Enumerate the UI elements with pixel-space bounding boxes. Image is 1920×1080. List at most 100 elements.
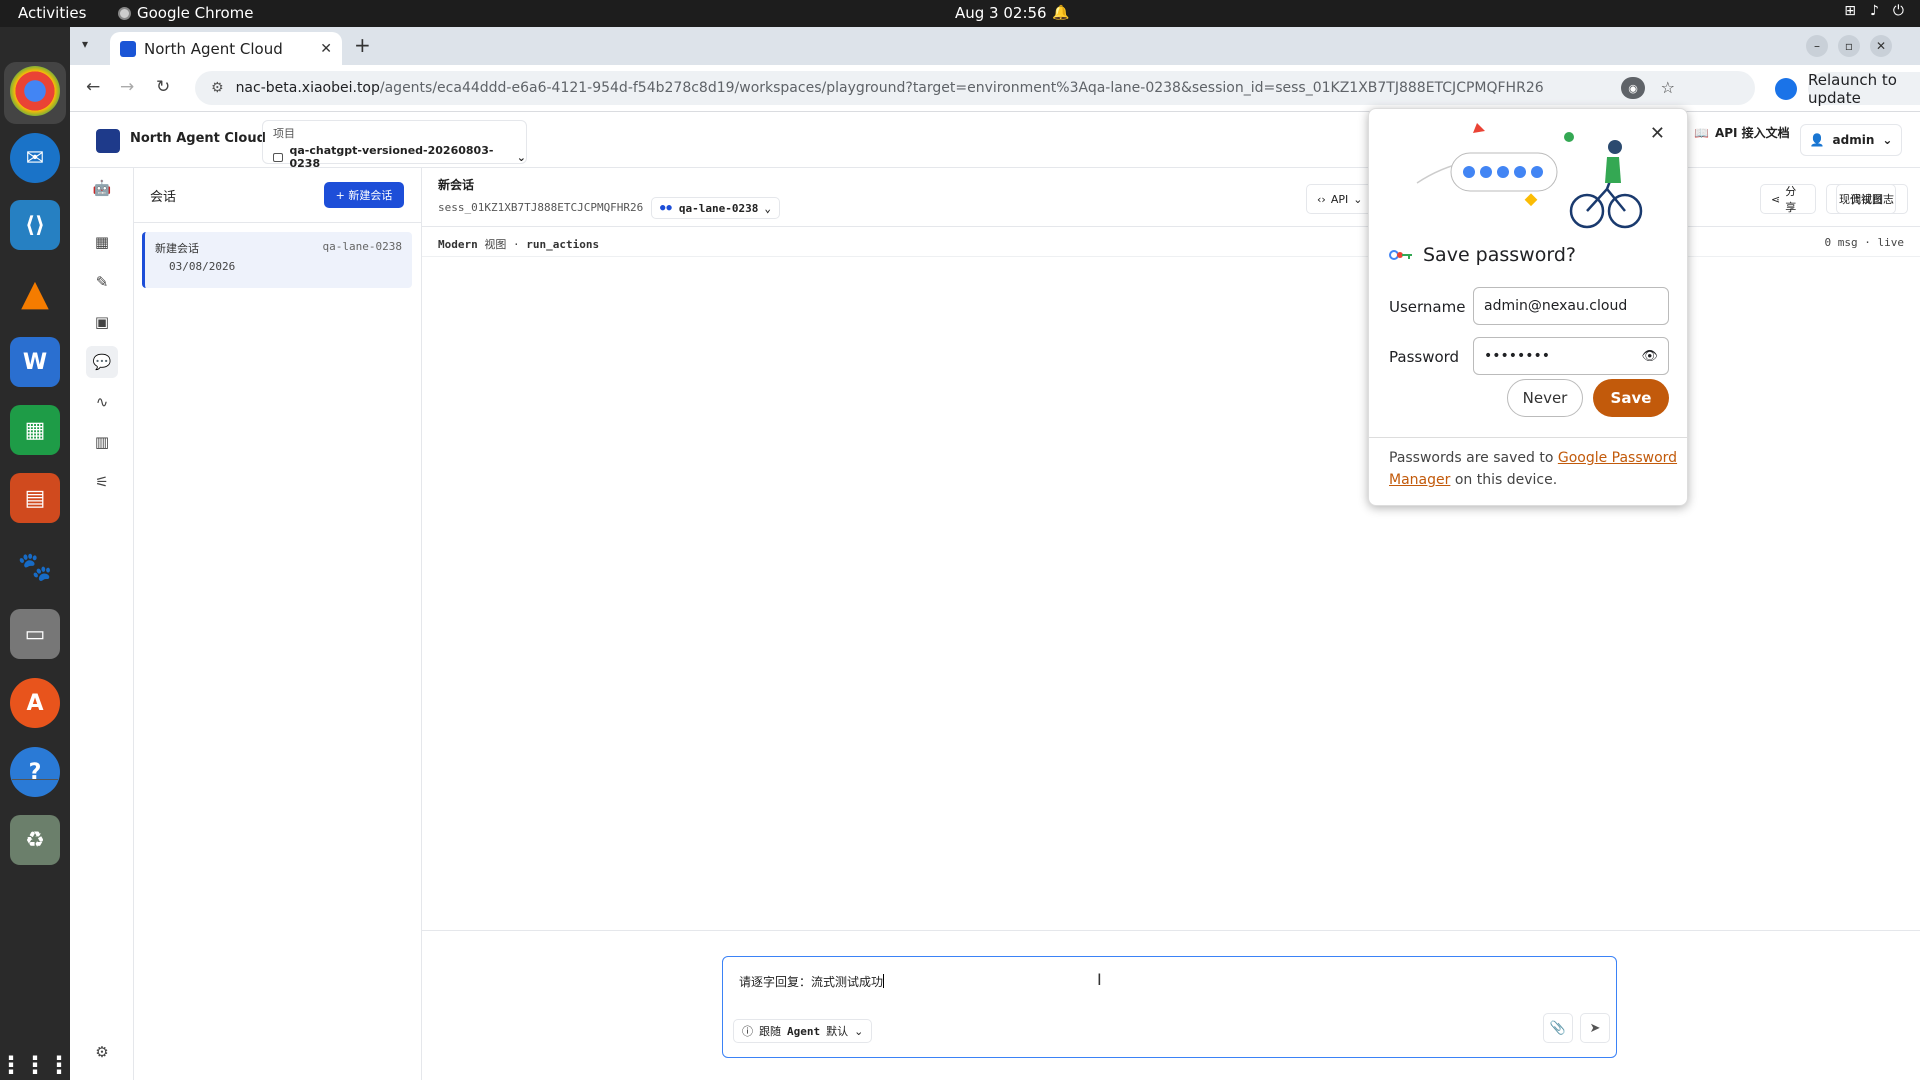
site-info-icon[interactable]: ⚙ bbox=[211, 80, 224, 96]
dialog-close-icon[interactable]: ✕ bbox=[1650, 123, 1665, 144]
message-composer[interactable]: 请逐字回复：流式测试成功 ⓘ 跟随 Agent 默认 ⌄ 📎 ➤ bbox=[722, 956, 1617, 1058]
minimize-icon[interactable]: – bbox=[1806, 35, 1828, 57]
tab-search-icon[interactable]: ▾ bbox=[82, 37, 88, 51]
help-dock-icon[interactable]: ? bbox=[10, 747, 60, 797]
never-button[interactable]: Never bbox=[1507, 379, 1583, 417]
session-date: 03/08/2026 bbox=[169, 260, 236, 273]
bookmark-star-icon[interactable]: ☆ bbox=[1661, 78, 1675, 97]
save-button[interactable]: Save bbox=[1593, 379, 1669, 417]
password-value: •••••••• bbox=[1484, 348, 1551, 364]
browser-tab[interactable]: North Agent Cloud ✕ bbox=[110, 32, 342, 65]
project-selector[interactable]: 项目 qa-chatgpt-versioned-20260803-0238 ⌄ bbox=[262, 120, 527, 170]
api-label: API bbox=[1330, 192, 1349, 206]
lane-selector[interactable]: ●● qa-lane-0238 ⌄ bbox=[651, 197, 780, 219]
dashboard-icon[interactable]: ▦ bbox=[90, 230, 114, 254]
share-icon: ⋖ bbox=[1771, 192, 1781, 206]
thunderbird-dock-icon[interactable]: ✉ bbox=[10, 133, 60, 183]
code-icon: ‹› bbox=[1317, 192, 1326, 206]
agent-selector[interactable]: ⓘ 跟随 Agent 默认 ⌄ bbox=[733, 1019, 873, 1043]
edit-icon[interactable]: ✎ bbox=[90, 270, 114, 294]
forward-icon[interactable]: → bbox=[120, 77, 134, 97]
book-icon: 📖 bbox=[1694, 125, 1709, 140]
app-name: Google Chrome bbox=[137, 4, 254, 22]
attach-icon[interactable]: 📎 bbox=[1543, 1013, 1573, 1043]
volume-icon: ♪ bbox=[1869, 3, 1879, 19]
reload-icon[interactable]: ↻ bbox=[156, 77, 170, 97]
view-action: run_actions bbox=[526, 238, 600, 251]
tab-close-icon[interactable]: ✕ bbox=[320, 41, 332, 57]
password-field[interactable]: •••••••• 👁 bbox=[1473, 337, 1669, 375]
relaunch-button[interactable]: Relaunch to update ⋮ bbox=[1808, 70, 1920, 107]
footer-text: Passwords are saved to bbox=[1389, 450, 1558, 466]
restore-icon[interactable]: ▫ bbox=[1838, 35, 1860, 57]
sliders-icon[interactable]: ⚟ bbox=[90, 470, 114, 494]
new-session-button[interactable]: + 新建会话 bbox=[324, 182, 404, 208]
calc-dock-icon[interactable]: ▦ bbox=[10, 405, 60, 455]
settings-gear-icon[interactable]: ⚙ bbox=[90, 1040, 114, 1064]
agent-prefix: 跟随 bbox=[759, 1025, 781, 1038]
chat-icon[interactable]: 💬 bbox=[86, 346, 118, 378]
writer-dock-icon[interactable]: W bbox=[10, 337, 60, 387]
chevron-down-icon: ⌄ bbox=[854, 1024, 864, 1038]
clock[interactable]: Aug 3 02:56 bbox=[955, 4, 1047, 22]
url-host: nac-beta.xiaobei.top bbox=[235, 80, 380, 96]
chrome-small-icon bbox=[118, 6, 131, 20]
project-label: 项目 bbox=[273, 127, 295, 140]
profile-avatar-icon[interactable] bbox=[1775, 78, 1797, 100]
api-docs-label: API 接入文档 bbox=[1714, 126, 1790, 140]
back-icon[interactable]: ← bbox=[86, 77, 100, 97]
system-tray[interactable]: ⊞ ♪ ⏻ bbox=[1844, 3, 1904, 19]
close-window-icon[interactable]: ✕ bbox=[1870, 35, 1892, 57]
share-button[interactable]: ⋖ 分享 bbox=[1760, 184, 1816, 214]
terminal-icon[interactable]: ▣ bbox=[90, 310, 114, 334]
message-status: 0 msg · live bbox=[1824, 236, 1904, 249]
show-apps-icon[interactable]: ⋮⋮⋮ bbox=[0, 1040, 71, 1080]
url-path: /agents/eca44ddd-e6a6-4121-954d-f54b278c… bbox=[379, 80, 1544, 96]
divider bbox=[422, 226, 1920, 227]
user-name: admin bbox=[1832, 133, 1875, 147]
view-mode-line: Modern 视图 · run_actions bbox=[438, 238, 600, 251]
password-label: Password bbox=[1389, 348, 1460, 366]
user-menu-button[interactable]: 👤 admin ⌄ bbox=[1800, 124, 1902, 156]
lane-status-dots-icon: ●● bbox=[660, 203, 673, 213]
session-id: sess_01KZ1XB7TJ888ETCJCPMQFHR26 bbox=[438, 201, 644, 214]
api-docs-link[interactable]: 📖 API 接入文档 bbox=[1694, 124, 1790, 141]
relaunch-label: Relaunch to update bbox=[1808, 70, 1897, 107]
chat-main: 新会话 sess_01KZ1XB7TJ888ETCJCPMQFHR26 ●● q… bbox=[422, 168, 1920, 1080]
chrome-dock-icon[interactable] bbox=[10, 66, 60, 116]
gimp-dock-icon[interactable]: 🐾 bbox=[10, 541, 60, 591]
new-tab-icon[interactable]: + bbox=[354, 33, 371, 57]
password-key-icon[interactable]: ◉ bbox=[1621, 77, 1645, 99]
network-icon: ⊞ bbox=[1844, 3, 1856, 19]
app-menu[interactable]: Google Chrome bbox=[118, 4, 254, 22]
activities-button[interactable]: Activities bbox=[18, 4, 86, 22]
vlc-dock-icon[interactable]: ▲ bbox=[10, 268, 60, 318]
files-dock-icon[interactable]: ▭ bbox=[10, 609, 60, 659]
composer-text: 请逐字回复：流式测试成功 bbox=[739, 975, 884, 989]
send-icon[interactable]: ➤ bbox=[1580, 1013, 1610, 1043]
impress-dock-icon[interactable]: ▤ bbox=[10, 473, 60, 523]
composer-input[interactable]: 请逐字回复：流式测试成功 bbox=[739, 973, 885, 990]
vscode-dock-icon[interactable]: ⟨⟩ bbox=[10, 200, 60, 250]
username-field[interactable]: admin@nexau.cloud bbox=[1473, 287, 1669, 325]
api-button[interactable]: ‹› API ⌄ bbox=[1306, 184, 1374, 214]
session-list-item[interactable]: 新建会话 qa-lane-0238 03/08/2026 bbox=[142, 232, 412, 288]
favicon-icon bbox=[120, 40, 136, 57]
bar-chart-icon[interactable]: ▥ bbox=[90, 430, 114, 454]
bot-icon[interactable]: 🤖 bbox=[90, 176, 114, 200]
activity-icon[interactable]: ∿ bbox=[90, 390, 114, 414]
trash-dock-icon[interactable]: ♻ bbox=[10, 815, 60, 865]
lane-label: qa-lane-0238 bbox=[678, 201, 759, 215]
session-lane: qa-lane-0238 bbox=[322, 240, 402, 253]
app-center-dock-icon[interactable]: A bbox=[10, 678, 60, 728]
address-bar[interactable]: ⚙ nac-beta.xiaobei.top/agents/eca44ddd-e… bbox=[195, 71, 1755, 105]
folder-icon bbox=[273, 152, 284, 162]
dialog-footer: Passwords are saved to Google Password M… bbox=[1389, 447, 1679, 491]
show-password-eye-icon[interactable]: 👁 bbox=[1641, 349, 1658, 364]
footer-tail: on this device. bbox=[1450, 472, 1558, 488]
brand-logo-icon[interactable] bbox=[96, 129, 120, 153]
view-mode: Modern bbox=[438, 238, 478, 251]
password-illustration bbox=[1416, 123, 1643, 229]
debug-log-button[interactable]: 调试日志 bbox=[1836, 184, 1908, 214]
nav-rail: 🤖 ▦ ✎ ▣ 💬 ∿ ▥ ⚟ ⚙ bbox=[70, 168, 134, 1080]
